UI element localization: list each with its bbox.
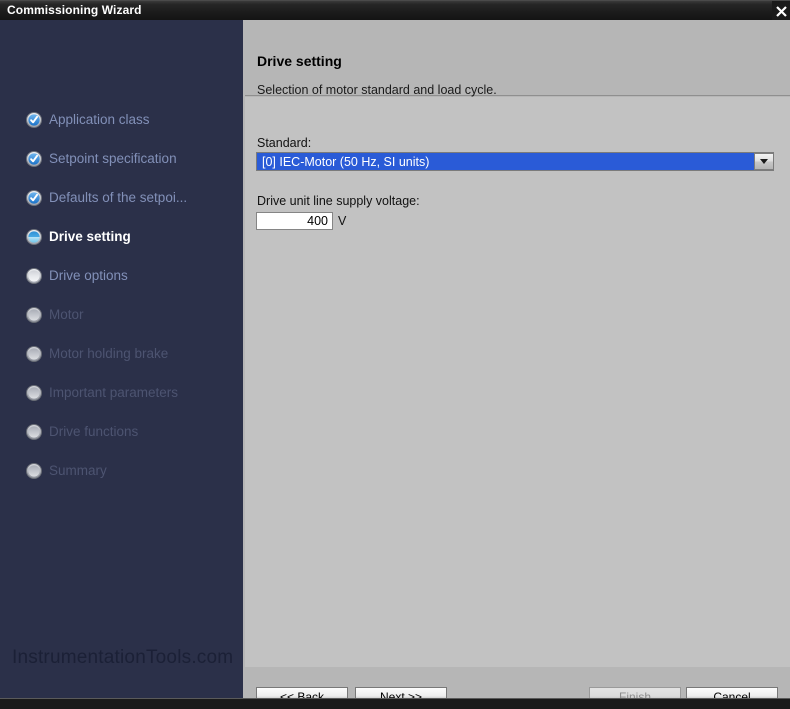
step-status-disabled-icon [26, 463, 42, 479]
commissioning-wizard-window: Commissioning Wizard Application class Se… [0, 0, 790, 709]
sidebar-step-label: Application class [49, 112, 150, 128]
step-status-current-icon [26, 229, 42, 245]
close-icon[interactable] [772, 1, 790, 21]
main-panel: Drive setting Selection of motor standar… [245, 20, 790, 709]
supply-voltage-input[interactable]: 400 [256, 212, 333, 230]
sidebar-step-drive-options[interactable]: Drive options [26, 265, 128, 287]
sidebar-step-label: Setpoint specification [49, 151, 177, 167]
watermark-text: InstrumentationTools.com [12, 647, 234, 668]
sidebar-step-label: Motor holding brake [49, 346, 169, 362]
sidebar-step-drive-setting[interactable]: Drive setting [26, 226, 131, 248]
sidebar-step-summary: Summary [26, 460, 107, 482]
form-area: Standard: [0] IEC-Motor (50 Hz, SI units… [245, 97, 790, 667]
sidebar-step-important-parameters: Important parameters [26, 382, 178, 404]
supply-voltage-unit: V [338, 214, 347, 228]
sidebar-step-setpoint-specification[interactable]: Setpoint specification [26, 148, 177, 170]
window-title: Commissioning Wizard [7, 3, 142, 17]
step-status-disabled-icon [26, 307, 42, 323]
step-status-disabled-icon [26, 346, 42, 362]
chevron-down-glyph [760, 159, 768, 164]
sidebar-step-motor-holding-brake: Motor holding brake [26, 343, 168, 365]
sidebar-step-label: Motor [49, 307, 84, 323]
sidebar-step-label: Summary [49, 463, 107, 479]
supply-voltage-label: Drive unit line supply voltage: [257, 194, 420, 208]
sidebar-step-motor: Motor [26, 304, 84, 326]
supply-voltage-value: 400 [307, 214, 328, 228]
window-bottom-chrome [0, 698, 790, 709]
step-status-disabled-icon [26, 385, 42, 401]
window-titlebar[interactable]: Commissioning Wizard [0, 0, 790, 21]
standard-select-value: [0] IEC-Motor (50 Hz, SI units) [262, 154, 430, 169]
sidebar-step-label: Drive setting [49, 229, 131, 245]
page-title: Drive setting [257, 53, 342, 69]
chevron-down-icon[interactable] [754, 153, 773, 170]
step-status-completed-icon [26, 151, 42, 167]
wizard-steps-sidebar: Application class Setpoint specification D… [0, 20, 243, 698]
sidebar-step-defaults-of-the-setpoi[interactable]: Defaults of the setpoi... [26, 187, 187, 209]
sidebar-step-label: Important parameters [49, 385, 179, 401]
sidebar-step-label: Drive options [49, 268, 128, 284]
page-subtitle: Selection of motor standard and load cyc… [257, 83, 497, 97]
sidebar-step-label: Drive functions [49, 424, 139, 440]
step-status-completed-icon [26, 112, 42, 128]
sidebar-step-application-class[interactable]: Application class [26, 109, 150, 131]
step-status-completed-icon [26, 190, 42, 206]
standard-label: Standard: [257, 136, 312, 150]
page-header: Drive setting Selection of motor standar… [245, 20, 790, 97]
standard-select[interactable]: [0] IEC-Motor (50 Hz, SI units) [256, 152, 774, 171]
step-status-disabled-icon [26, 424, 42, 440]
sidebar-step-drive-functions: Drive functions [26, 421, 138, 443]
sidebar-step-label: Defaults of the setpoi... [49, 190, 188, 206]
step-status-pending-icon [26, 268, 42, 284]
